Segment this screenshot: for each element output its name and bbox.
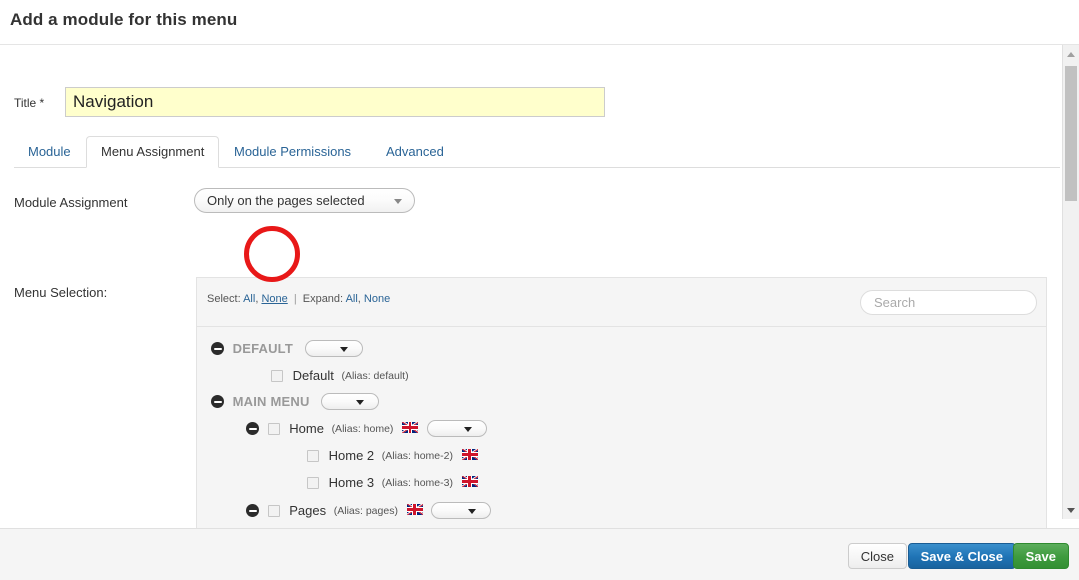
module-assignment-label: Module Assignment [14,195,128,210]
tree-group-label: DEFAULT [232,341,294,357]
module-assignment-select[interactable]: Only on the pages selected [194,188,415,213]
tree-item-name: Pages [289,503,327,519]
tree-item-name: Home 3 [328,475,375,491]
item-language-select[interactable] [431,502,492,520]
title-field-label: Title * [14,96,45,110]
tree-item-alias: (Alias: pages) [333,504,398,517]
tab-module-permissions[interactable]: Module Permissions [220,136,365,167]
tree-item-checkbox[interactable] [307,476,319,489]
menu-tree: DEFAULT Default (Alias: default) MAIN ME… [197,327,1046,528]
tree-item-home-2: Home 2 (Alias: home-2) [307,447,481,474]
tree-item-home-3: Home 3 (Alias: home-3) [307,474,481,501]
tree-group-default: DEFAULT [211,340,363,367]
chevron-down-icon [463,427,472,433]
menu-selection-label: Menu Selection: [14,285,108,300]
dialog-header: Add a module for this menu [0,0,1079,45]
select-none-link[interactable]: None [261,293,287,305]
scroll-up-arrow-icon[interactable] [1063,46,1079,62]
dialog-footer: Close Save & Close Save [0,528,1079,580]
tree-group-label: MAIN MENU [232,394,310,410]
scrollbar-thumb[interactable] [1065,66,1077,201]
tab-advanced[interactable]: Advanced [372,136,458,167]
collapse-minus-icon[interactable] [246,422,259,436]
comma-1: , [255,293,259,305]
chevron-down-icon [468,509,477,515]
tree-item-alias: (Alias: default) [341,369,409,382]
tab-module[interactable]: Module [14,136,85,167]
add-module-dialog: Add a module for this menu Title * Modul… [0,0,1079,580]
page-title: Add a module for this menu [10,10,238,29]
tree-item-alias: (Alias: home-2) [381,449,453,462]
chevron-down-icon [356,400,365,406]
save-and-close-button[interactable]: Save & Close [907,543,1016,569]
chevron-down-icon [394,199,402,204]
module-assignment-selected-value: Only on the pages selected [207,193,365,208]
group-language-select[interactable] [321,393,380,411]
item-language-select[interactable] [426,420,487,438]
expand-all-link[interactable]: All [346,293,358,305]
collapse-minus-icon[interactable] [246,504,259,518]
tree-item-checkbox[interactable] [271,369,283,382]
comma-2: , [357,293,361,305]
close-button[interactable]: Close [847,543,907,569]
save-button[interactable]: Save [1012,543,1069,569]
title-input[interactable] [65,87,605,117]
tree-item-checkbox[interactable] [267,422,280,435]
expand-none-link[interactable]: None [364,293,390,305]
tab-bar: Module Menu Assignment Module Permission… [14,136,1060,168]
tree-item-checkbox[interactable] [307,449,319,462]
tree-item-name: Home 2 [328,448,375,464]
uk-flag-icon [406,504,423,515]
collapse-minus-icon[interactable] [211,395,224,409]
tree-item-home: Home (Alias: home) [246,420,487,447]
tree-item-alias: (Alias: home) [331,422,394,435]
tree-item-default: Default (Alias: default) [271,367,414,394]
tree-item-pages: Pages (Alias: pages) [246,502,492,528]
title-row: Title * [0,87,1060,121]
chevron-down-icon [339,347,348,353]
tab-menu-assignment[interactable]: Menu Assignment [86,136,220,168]
links-separator: | [293,293,297,305]
tree-item-name: Default [292,368,334,384]
menu-selection-panel: Select: All, None | Expand: All, None DE… [196,277,1047,528]
dialog-body: Title * Module Menu Assignment Module Pe… [0,45,1079,528]
tree-item-alias: (Alias: home-3) [381,476,453,489]
uk-flag-icon [461,449,478,460]
select-all-link[interactable]: All [243,293,255,305]
group-language-select[interactable] [304,340,363,358]
collapse-minus-icon[interactable] [211,342,224,356]
select-prefix-label: Select: [207,293,241,305]
menu-selection-toolbar: Select: All, None | Expand: All, None [197,278,1046,327]
uk-flag-icon [461,476,478,487]
uk-flag-icon [402,422,419,433]
vertical-scrollbar[interactable] [1062,45,1079,519]
search-input[interactable] [860,290,1037,315]
tree-item-name: Home [289,421,324,437]
expand-prefix-label: Expand: [302,293,344,305]
select-expand-links: Select: All, None | Expand: All, None [207,293,390,305]
tree-item-checkbox[interactable] [267,504,280,517]
tree-group-main-menu: MAIN MENU [211,393,380,420]
scroll-down-arrow-icon[interactable] [1063,502,1079,518]
